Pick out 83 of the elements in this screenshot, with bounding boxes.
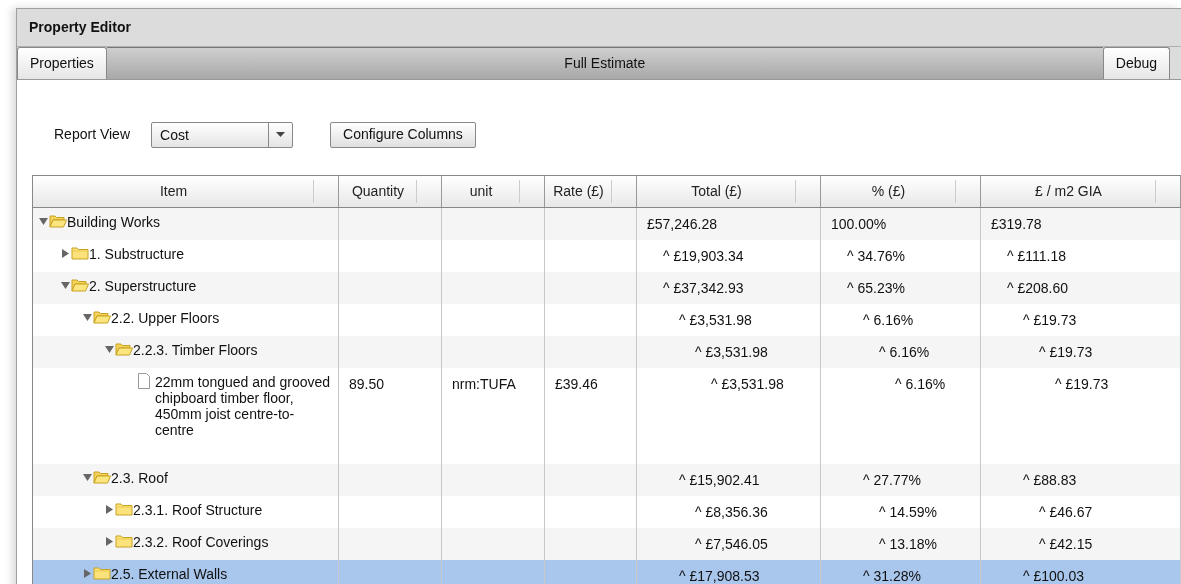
collapse-arrow-icon[interactable] bbox=[104, 344, 114, 354]
report-view-label: Report View bbox=[54, 125, 130, 144]
item-label: Building Works bbox=[67, 213, 162, 230]
expand-arrow-icon[interactable] bbox=[104, 536, 114, 546]
column-header[interactable]: Quantity bbox=[351, 181, 429, 202]
tab[interactable]: Full Estimate bbox=[106, 47, 1103, 79]
percent-cell: ^ 6.16% bbox=[895, 376, 946, 392]
column-header[interactable]: % (£) bbox=[871, 181, 930, 202]
table-row[interactable]: 2.2.3. Timber Floors ^ £3,531.98 ^ 6.16% ^ £19.73 bbox=[33, 336, 1181, 368]
folder-icon bbox=[115, 534, 133, 548]
quantity-cell: 89.50 bbox=[349, 376, 385, 392]
table-row[interactable]: 2.5. External Walls ^ £17,908.53 ^ 31.28% ^ £100.03 bbox=[33, 560, 1181, 584]
column-header[interactable]: Rate (£) bbox=[553, 181, 628, 202]
table-row[interactable]: 2. Superstructure ^ £37,342.93 ^ 65.23% ^ £208.60 bbox=[33, 272, 1181, 304]
folder-icon bbox=[93, 566, 111, 580]
item-label: 2.2.3. Timber Floors bbox=[133, 341, 259, 358]
tab[interactable]: Properties bbox=[17, 47, 107, 79]
total-cell: ^ £17,908.53 bbox=[679, 568, 760, 584]
per-m2-cell: ^ £111.18 bbox=[1007, 248, 1066, 264]
per-m2-cell: ^ £208.60 bbox=[1007, 280, 1069, 296]
window-title: Property Editor bbox=[29, 18, 131, 37]
per-m2-cell: £319.78 bbox=[991, 216, 1042, 232]
item-label: 2.3.2. Roof Coverings bbox=[133, 533, 270, 550]
collapse-arrow-icon[interactable] bbox=[82, 312, 92, 322]
item-label: 22mm tongued and grooved chipboard timber floor, 450mm joist centre-to-centre bbox=[155, 373, 332, 438]
folder-icon bbox=[115, 502, 133, 516]
column-header[interactable]: Item bbox=[159, 181, 212, 202]
collapse-arrow-icon[interactable] bbox=[82, 472, 92, 482]
collapse-arrow-icon[interactable] bbox=[60, 280, 70, 290]
per-m2-cell: ^ £100.03 bbox=[1023, 568, 1085, 584]
report-view-dropdown[interactable]: Cost bbox=[151, 121, 293, 148]
expand-arrow-icon[interactable] bbox=[60, 248, 70, 258]
unit-cell: nrm:TUFA bbox=[452, 376, 516, 392]
item-label: 1. Substructure bbox=[89, 245, 185, 262]
per-m2-cell: ^ £88.83 bbox=[1023, 472, 1077, 488]
table-row[interactable]: 2.3. Roof ^ £15,902.41 ^ 27.77% ^ £88.83 bbox=[33, 464, 1181, 496]
open-folder-icon bbox=[71, 278, 89, 292]
expand-arrow-icon[interactable] bbox=[104, 504, 114, 514]
percent-cell: ^ 65.23% bbox=[847, 280, 905, 296]
total-cell: ^ £19,903.34 bbox=[663, 248, 744, 264]
total-cell: ^ £3,531.98 bbox=[679, 312, 752, 328]
open-folder-icon bbox=[93, 310, 111, 324]
total-cell: £57,246.28 bbox=[647, 216, 718, 232]
document-icon bbox=[137, 373, 151, 389]
total-cell: ^ £7,546.05 bbox=[695, 536, 768, 552]
total-cell: ^ £8,356.36 bbox=[695, 504, 768, 520]
table-row[interactable]: Building Works £57,246.28 100.00% £319.78 bbox=[33, 208, 1181, 240]
percent-cell: ^ 14.59% bbox=[879, 504, 937, 520]
item-label: 2. Superstructure bbox=[89, 277, 198, 294]
percent-cell: ^ 6.16% bbox=[879, 344, 930, 360]
item-label: 2.5. External Walls bbox=[111, 565, 229, 582]
percent-cell: ^ 31.28% bbox=[863, 568, 921, 584]
rate-cell: £39.46 bbox=[555, 376, 598, 392]
tab[interactable]: Debug bbox=[1102, 47, 1171, 79]
expand-arrow-icon[interactable] bbox=[82, 568, 92, 578]
total-cell: ^ £15,902.41 bbox=[679, 472, 760, 488]
total-cell: ^ £3,531.98 bbox=[711, 376, 784, 392]
percent-cell: ^ 6.16% bbox=[863, 312, 914, 328]
open-folder-icon bbox=[49, 214, 67, 228]
percent-cell: ^ 13.18% bbox=[879, 536, 937, 552]
column-header[interactable]: unit bbox=[469, 181, 517, 202]
item-label: 2.2. Upper Floors bbox=[111, 309, 221, 326]
table-row[interactable]: 2.3.2. Roof Coverings ^ £7,546.05 ^ 13.18% ^ £42.15 bbox=[33, 528, 1181, 560]
per-m2-cell: ^ £19.73 bbox=[1039, 344, 1093, 360]
dropdown-caret-icon bbox=[276, 132, 285, 137]
percent-cell: 100.00% bbox=[831, 216, 887, 232]
percent-cell: ^ 27.77% bbox=[863, 472, 921, 488]
open-folder-icon bbox=[115, 342, 133, 356]
total-cell: ^ £37,342.93 bbox=[663, 280, 744, 296]
total-cell: ^ £3,531.98 bbox=[695, 344, 768, 360]
configure-columns-button[interactable]: Configure Columns bbox=[330, 121, 476, 148]
column-header[interactable]: Total (£) bbox=[691, 181, 766, 202]
item-label: 2.3.1. Roof Structure bbox=[133, 501, 264, 518]
per-m2-cell: ^ £46.67 bbox=[1039, 504, 1093, 520]
per-m2-cell: ^ £19.73 bbox=[1023, 312, 1077, 328]
folder-icon bbox=[71, 246, 89, 260]
item-label: 2.3. Roof bbox=[111, 469, 169, 486]
column-header[interactable]: £ / m2 GIA bbox=[1035, 181, 1126, 202]
collapse-arrow-icon[interactable] bbox=[38, 216, 48, 226]
percent-cell: ^ 34.76% bbox=[847, 248, 905, 264]
per-m2-cell: ^ £19.73 bbox=[1055, 376, 1109, 392]
per-m2-cell: ^ £42.15 bbox=[1039, 536, 1093, 552]
open-folder-icon bbox=[93, 470, 111, 484]
